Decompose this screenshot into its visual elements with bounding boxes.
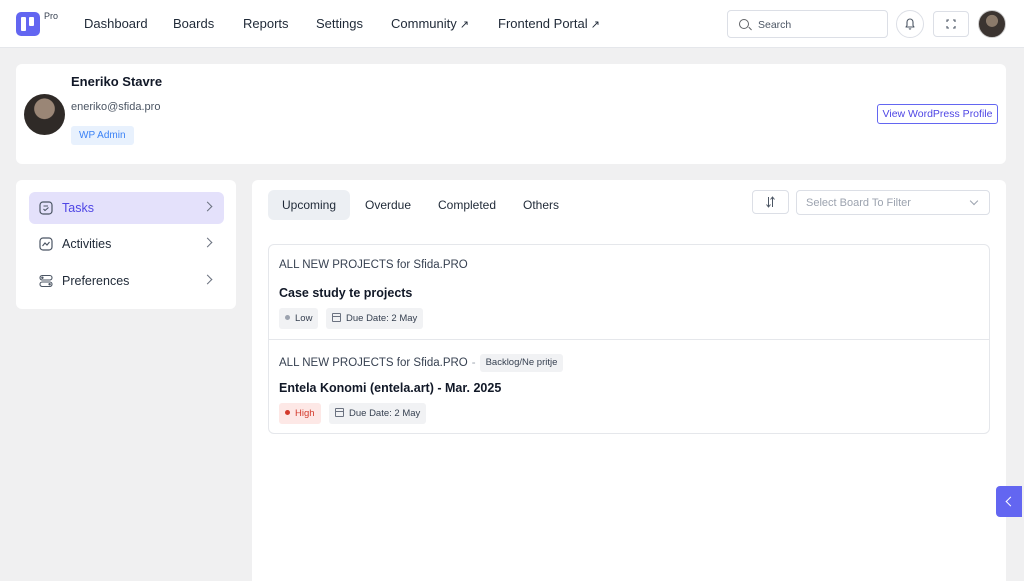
tasks-panel: Upcoming Overdue Completed Others Select… — [252, 180, 1006, 581]
view-wordpress-profile-button[interactable]: View WordPress Profile — [877, 104, 998, 124]
profile-name: Eneriko Stavre — [71, 74, 163, 89]
board-filter-placeholder: Select Board To Filter — [806, 197, 911, 209]
sort-button[interactable] — [752, 190, 789, 214]
stage-badge: Backlog/Ne pritje — [479, 354, 564, 372]
task-list: ALL NEW PROJECTS for Sfida.PRO Case stud… — [268, 244, 990, 434]
due-date-badge: Due Date: 2 May — [326, 308, 424, 329]
nav-community[interactable]: Community ↗ — [391, 16, 469, 31]
sort-icon — [766, 196, 775, 208]
tab-upcoming[interactable]: Upcoming — [268, 190, 351, 220]
search-input[interactable] — [758, 17, 882, 33]
fullscreen-icon — [946, 19, 956, 29]
board-filter-select[interactable]: Select Board To Filter — [796, 190, 990, 215]
task-item[interactable]: ALL NEW PROJECTS for Sfida.PRO Case stud… — [269, 245, 989, 339]
tab-others[interactable]: Others — [509, 190, 573, 220]
sidebar-item-label: Activities — [62, 237, 112, 251]
external-link-icon: ↗ — [459, 19, 469, 31]
nav-frontend-portal[interactable]: Frontend Portal ↗ — [498, 16, 600, 31]
profile-email: eneriko@sfida.pro — [71, 101, 161, 113]
task-title[interactable]: Entela Konomi (entela.art) - Mar. 2025 — [279, 381, 501, 395]
notifications-button[interactable] — [896, 10, 924, 38]
sidebar-item-tasks[interactable]: Tasks — [29, 192, 224, 224]
search-box[interactable] — [727, 10, 888, 38]
task-title[interactable]: Case study te projects — [279, 286, 412, 300]
chevron-right-icon — [202, 201, 213, 212]
sidebar-item-label: Preferences — [62, 274, 130, 288]
app-logo[interactable] — [16, 12, 40, 36]
preferences-icon — [39, 274, 53, 288]
sidebar-item-activities[interactable]: Activities — [29, 228, 224, 260]
chevron-right-icon — [202, 237, 213, 248]
sidebar-item-label: Tasks — [62, 201, 94, 215]
fullscreen-button[interactable] — [933, 11, 969, 37]
task-item[interactable]: ALL NEW PROJECTS for Sfida.PRO - Backlog/N… — [269, 339, 989, 433]
pro-label: Pro — [44, 11, 59, 21]
due-date-badge: Due Date: 2 May — [329, 403, 427, 424]
search-icon — [739, 19, 749, 29]
collapse-panel-button[interactable] — [996, 486, 1022, 517]
profile-avatar — [24, 94, 65, 135]
priority-dot — [285, 410, 290, 415]
external-link-icon: ↗ — [590, 19, 600, 31]
priority-badge: Low — [279, 308, 319, 329]
tab-completed[interactable]: Completed — [424, 190, 510, 220]
top-navbar: Pro Dashboard Boards Reports Settings Co… — [0, 0, 1024, 48]
nav-reports[interactable]: Reports — [243, 16, 289, 31]
profile-card: Eneriko Stavre eneriko@sfida.pro WP Admi… — [16, 64, 1006, 164]
tasks-icon — [39, 201, 53, 215]
nav-boards[interactable]: Boards — [173, 16, 214, 31]
nav-dashboard[interactable]: Dashboard — [84, 16, 148, 31]
sidebar-item-preferences[interactable]: Preferences — [29, 265, 224, 297]
calendar-icon — [332, 313, 341, 322]
chevron-right-icon — [202, 274, 213, 285]
calendar-icon — [335, 408, 344, 417]
chevron-down-icon — [969, 196, 979, 206]
task-board-name: ALL NEW PROJECTS for Sfida.PRO - Backlog/N… — [279, 354, 564, 372]
priority-badge: High — [279, 403, 321, 424]
role-badge: WP Admin — [71, 126, 134, 145]
bell-icon — [905, 18, 915, 30]
tab-overdue[interactable]: Overdue — [351, 190, 425, 220]
nav-settings[interactable]: Settings — [316, 16, 363, 31]
profile-sidebar: Tasks Activities Preferences — [16, 180, 236, 309]
priority-dot — [285, 315, 290, 320]
activity-icon — [39, 237, 53, 251]
task-board-name: ALL NEW PROJECTS for Sfida.PRO — [279, 259, 468, 271]
user-avatar[interactable] — [978, 10, 1006, 38]
